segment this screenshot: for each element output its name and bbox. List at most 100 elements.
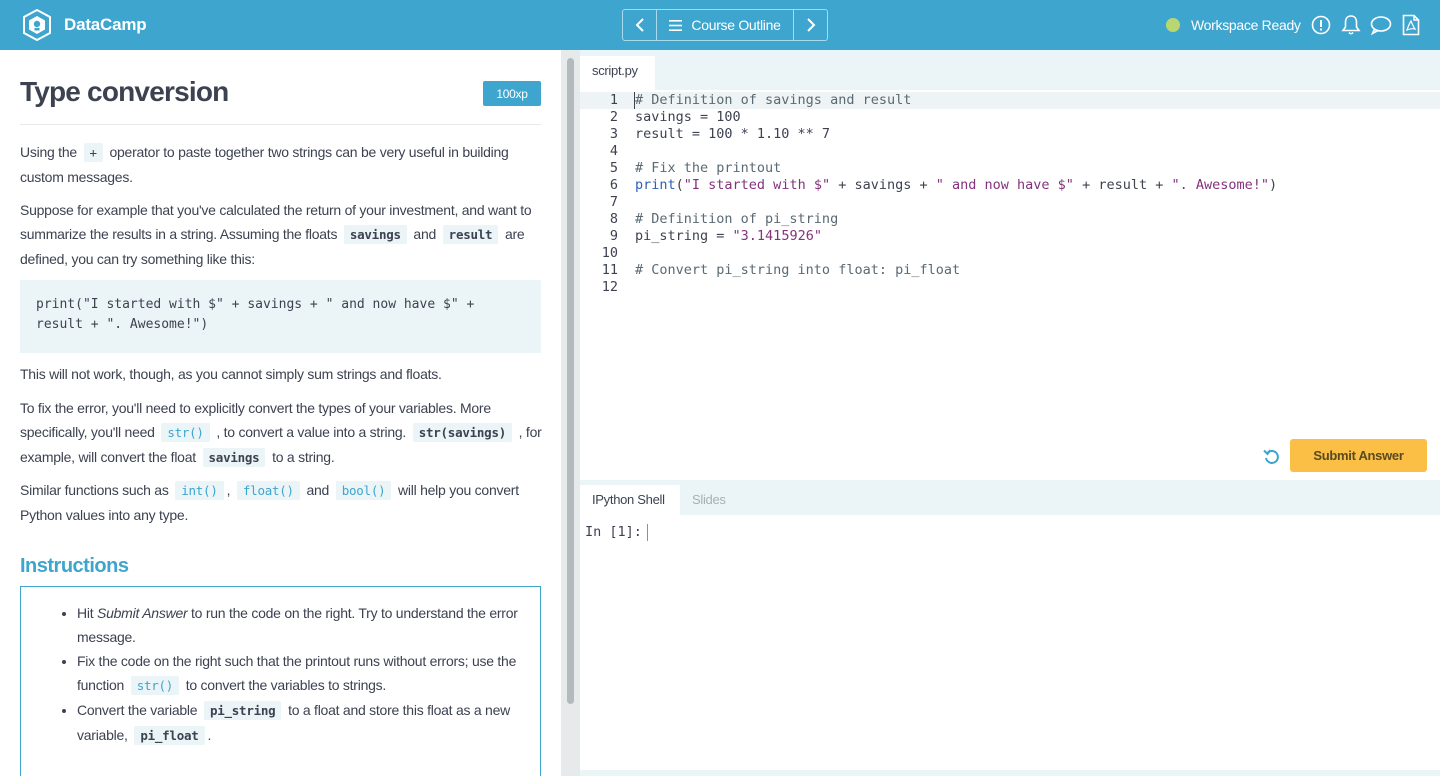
- code-line[interactable]: 2 savings = 100: [580, 109, 1440, 126]
- slides-pdf-button[interactable]: [1400, 14, 1422, 36]
- brand-name: DataCamp: [64, 15, 147, 34]
- text: Convert the variable: [77, 702, 198, 718]
- instructions-box: Hit Submit Answer to run the code on the…: [20, 586, 541, 776]
- datacamp-logo-icon: [23, 9, 51, 41]
- instructions-list: Hit Submit Answer to run the code on the…: [77, 601, 532, 748]
- paragraph-1: Using the + operator to paste together t…: [20, 140, 545, 189]
- inline-code: +: [83, 143, 103, 162]
- previous-exercise-button[interactable]: [623, 10, 657, 40]
- next-exercise-button[interactable]: [793, 10, 827, 40]
- inline-code: str(): [130, 676, 180, 695]
- text: and: [413, 226, 437, 242]
- code-text: result = 100 * 1.10 ** 7: [635, 126, 831, 142]
- text: to convert the variables to strings.: [185, 677, 387, 693]
- exercise-pane: Type conversion 100xp Using the + operat…: [0, 50, 561, 776]
- line-number: 10: [601, 245, 618, 261]
- code-example-line: result + ". Awesome!"): [36, 317, 209, 332]
- issue-icon: [1311, 15, 1331, 35]
- inline-code: float(): [236, 481, 300, 500]
- text: ,: [226, 482, 231, 498]
- code-token-comment: # Definition of pi_string: [635, 211, 839, 227]
- inline-code: savings: [343, 225, 407, 244]
- shell-input[interactable]: [647, 524, 648, 541]
- code-line[interactable]: 3 result = 100 * 1.10 ** 7: [580, 126, 1440, 143]
- code-text: pi_string = "3.1415926": [635, 228, 822, 244]
- course-outline-button[interactable]: Course Outline: [657, 10, 793, 40]
- line-number: 6: [609, 177, 618, 193]
- pane-resizer[interactable]: [561, 50, 580, 776]
- inline-code: str(): [161, 423, 210, 442]
- code-example: print("I started with $" + savings + " a…: [20, 280, 541, 353]
- inline-code: savings: [202, 448, 266, 467]
- scrollbar-thumb[interactable]: [567, 58, 574, 704]
- line-number: 9: [609, 228, 618, 244]
- code-line[interactable]: 9 pi_string = "3.1415926": [580, 228, 1440, 245]
- shell-prompt: In [1]:: [585, 524, 642, 540]
- inline-code: pi_string: [203, 701, 282, 720]
- reset-code-button[interactable]: [1262, 447, 1282, 467]
- paragraph-5: Similar functions such as int(), float()…: [20, 478, 545, 527]
- notifications-button[interactable]: [1340, 14, 1362, 36]
- text-cursor: [634, 92, 635, 109]
- instructions-heading: Instructions: [20, 555, 129, 577]
- line-number: 8: [609, 211, 618, 227]
- tab-script-py[interactable]: script.py: [580, 56, 655, 90]
- notification-bell-icon: [1341, 15, 1361, 35]
- course-outline-label: Course Outline: [691, 17, 781, 33]
- code-line[interactable]: 7: [580, 194, 1440, 211]
- code-text: # Definition of savings and result: [635, 92, 911, 109]
- code-line[interactable]: 10: [580, 245, 1440, 262]
- inline-code: str(savings): [412, 423, 513, 442]
- menu-icon: [669, 19, 683, 31]
- text: to a string.: [272, 449, 335, 465]
- paragraph-4: To fix the error, you'll need to explici…: [20, 396, 545, 470]
- pdf-icon: [1402, 14, 1420, 36]
- code-editor[interactable]: 1 # Definition of savings and result 2 savi…: [580, 92, 1440, 302]
- xp-badge: 100xp: [483, 81, 541, 106]
- code-editor-panel: script.py 1 # Definition of savings and r…: [580, 50, 1440, 480]
- code-token-string: " and now have $": [935, 177, 1074, 193]
- code-line[interactable]: 6 print("I started with $" + savings + " …: [580, 177, 1440, 194]
- tab-slides[interactable]: Slides: [680, 485, 738, 515]
- code-line[interactable]: 12: [580, 279, 1440, 296]
- workspace-status-label: Workspace Ready: [1191, 17, 1301, 33]
- code-token-comment: # Definition of savings and result: [635, 92, 912, 108]
- feedback-button[interactable]: [1370, 14, 1392, 36]
- console-footer: [580, 770, 1440, 776]
- code-line[interactable]: 11 # Convert pi_string into float: pi_flo…: [580, 262, 1440, 279]
- title-divider: [20, 124, 541, 125]
- brand[interactable]: DataCamp: [22, 9, 147, 41]
- code-token-function: print: [635, 177, 676, 193]
- text: and: [306, 482, 330, 498]
- text: Similar functions such as: [20, 482, 169, 498]
- submit-answer-button[interactable]: Submit Answer: [1290, 439, 1427, 472]
- chevron-left-icon: [635, 18, 644, 32]
- line-number: 5: [609, 160, 618, 176]
- console-tabs: IPython Shell Slides: [580, 480, 1440, 515]
- code-line[interactable]: 8 # Definition of pi_string: [580, 211, 1440, 228]
- text: Using the: [20, 144, 77, 160]
- code-token-string: "I started with $": [683, 177, 831, 193]
- top-navbar: DataCamp Course Outline Workspace Ready: [0, 0, 1440, 50]
- code-text: savings = 100: [635, 109, 741, 125]
- code-line[interactable]: 5 # Fix the printout: [580, 160, 1440, 177]
- line-number: 4: [609, 143, 618, 159]
- inline-code: pi_float: [134, 726, 205, 745]
- code-line[interactable]: 4: [580, 143, 1440, 160]
- tab-ipython-shell[interactable]: IPython Shell: [580, 485, 680, 515]
- code-token-string: ". Awesome!": [1171, 177, 1270, 193]
- text: Hit: [77, 605, 94, 621]
- report-issue-button[interactable]: [1310, 14, 1332, 36]
- status-dot-icon: [1166, 18, 1180, 32]
- list-item: Hit Submit Answer to run the code on the…: [77, 601, 532, 649]
- editor-tabs: script.py: [580, 50, 1440, 90]
- paragraph-3: This will not work, though, as you canno…: [20, 366, 442, 382]
- code-text: # Fix the printout: [635, 160, 781, 177]
- line-number: 7: [609, 194, 618, 210]
- course-outline-nav: Course Outline: [622, 9, 828, 41]
- code-line[interactable]: 1 # Definition of savings and result: [580, 92, 1440, 109]
- code-text: # Definition of pi_string: [635, 211, 838, 228]
- text: , to convert a value into a string.: [216, 424, 407, 440]
- line-number: 2: [609, 109, 618, 125]
- code-text: # Convert pi_string into float: pi_float: [635, 262, 960, 279]
